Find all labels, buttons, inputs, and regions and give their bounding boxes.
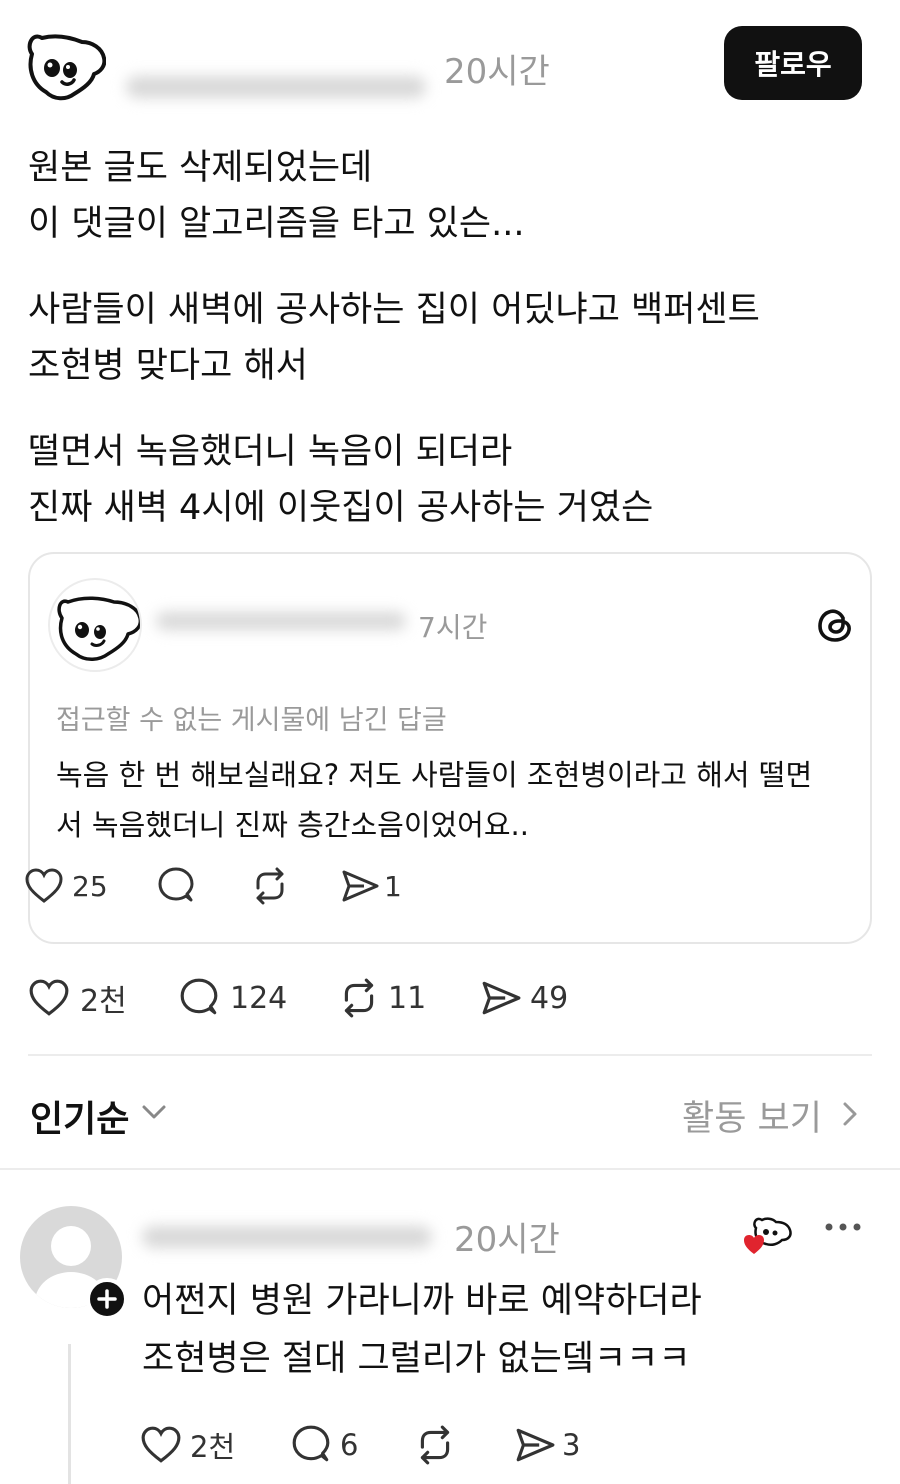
- post-header: 20시간 팔로우: [22, 24, 878, 108]
- post-line: 사람들이 새벽에 공사하는 집이 어딨냐고 백퍼센트: [28, 290, 760, 330]
- post-paragraph: 원본 글도 삭제되었는데 이 댓글이 알고리즘을 타고 있슨...: [28, 140, 868, 252]
- comment-bubble-icon: [158, 867, 194, 902]
- sort-dropdown-label[interactable]: 인기순: [30, 1090, 129, 1142]
- quote-repost-button[interactable]: [250, 866, 340, 906]
- post-timestamp: 20시간: [444, 52, 550, 92]
- divider: [0, 1168, 900, 1170]
- quote-line: 녹음 한 번 해보실래요? 저도 사람들이 조현병이라고 해서 떨면: [56, 758, 813, 792]
- post-body: 원본 글도 삭제되었는데 이 댓글이 알고리즘을 타고 있슨... 사람들이 새…: [28, 140, 868, 566]
- post-line: 떨면서 녹음했더니 녹음이 되더라: [28, 432, 513, 472]
- comment-count: 124: [230, 980, 288, 1016]
- repost-button[interactable]: 11: [338, 977, 480, 1019]
- post-line: 이 댓글이 알고리즘을 타고 있슨...: [28, 204, 525, 244]
- repost-count: 11: [388, 980, 427, 1016]
- comment-repost-button[interactable]: [414, 1424, 514, 1466]
- heart-icon: [141, 1426, 181, 1463]
- author-heart-reaction-icon: [744, 1217, 792, 1254]
- thread-line: [68, 1344, 71, 1484]
- quote-comment-button[interactable]: [156, 866, 250, 906]
- heart-icon: [25, 868, 63, 903]
- post-action-bar: 2천 124 11 49: [28, 976, 568, 1020]
- comment-timestamp: 20시간: [454, 1220, 560, 1260]
- quote-like-button[interactable]: 25: [24, 868, 156, 904]
- view-activity-link[interactable]: 활동 보기: [682, 1090, 822, 1141]
- author-username-blurred[interactable]: [126, 68, 446, 104]
- commenter-username-blurred[interactable]: [142, 1218, 442, 1254]
- threads-logo-icon[interactable]: [816, 606, 854, 644]
- quote-text: 녹음 한 번 해보실래요? 저도 사람들이 조현병이라고 해서 떨면 서 녹음했…: [56, 750, 812, 850]
- comment-like-count: 2천: [190, 1430, 236, 1464]
- follow-button[interactable]: 팔로우: [724, 26, 862, 100]
- send-icon: [516, 1428, 555, 1462]
- comment-line: 조현병은 절대 그럴리가 없는뎈ㅋㅋㅋ: [142, 1339, 691, 1379]
- post-line: 원본 글도 삭제되었는데: [28, 148, 373, 188]
- comment-share-button[interactable]: 3: [514, 1425, 580, 1465]
- comment-reply-button[interactable]: 6: [290, 1424, 414, 1466]
- comment-like-button[interactable]: 2천: [140, 1424, 290, 1466]
- chevron-right-icon[interactable]: [840, 1100, 860, 1128]
- follow-plus-badge[interactable]: [86, 1278, 128, 1320]
- plus-icon: [97, 1289, 117, 1309]
- quote-author-avatar[interactable]: [48, 578, 142, 672]
- share-count: 49: [530, 980, 569, 1016]
- send-icon: [482, 981, 521, 1015]
- post-line: 진짜 새벽 4시에 이웃집이 공사하는 거였슨: [28, 488, 654, 528]
- comment-text: 어쩐지 병원 가라니까 바로 예약하더라 조현병은 절대 그럴리가 없는뎈ㅋㅋㅋ: [142, 1272, 702, 1388]
- author-liked-badge: [742, 1214, 794, 1258]
- quote-line: 서 녹음했더니 진짜 층간소음이었어요..: [56, 808, 529, 842]
- author-avatar[interactable]: [22, 24, 107, 108]
- repost-icon: [420, 1425, 450, 1465]
- more-dots-icon[interactable]: [824, 1220, 862, 1234]
- divider: [28, 1054, 872, 1056]
- post-paragraph: 떨면서 녹음했더니 녹음이 되더라 진짜 새벽 4시에 이웃집이 공사하는 거였…: [28, 424, 868, 536]
- chevron-down-icon[interactable]: [140, 1100, 168, 1124]
- repost-icon: [256, 867, 284, 905]
- comment-bubble-icon: [292, 1425, 330, 1462]
- repost-icon: [344, 978, 374, 1018]
- comment-button[interactable]: 124: [178, 977, 338, 1019]
- comment-line: 어쩐지 병원 가라니까 바로 예약하더라: [142, 1281, 702, 1321]
- comment-reply-count: 6: [340, 1428, 359, 1462]
- comment-bubble-icon: [180, 978, 218, 1015]
- quote-reply-context: 접근할 수 없는 게시물에 남긴 답글: [56, 705, 447, 736]
- like-count: 2천: [80, 984, 127, 1019]
- quote-timestamp: 7시간: [418, 611, 488, 644]
- post-paragraph: 사람들이 새벽에 공사하는 집이 어딨냐고 백퍼센트 조현병 맞다고 해서: [28, 282, 868, 394]
- post-line: 조현병 맞다고 해서: [28, 346, 308, 386]
- quote-share-button[interactable]: 1: [340, 867, 402, 905]
- dog-avatar-icon: [57, 596, 140, 661]
- comment-action-bar: 2천 6 3: [140, 1424, 580, 1466]
- quote-author-username-blurred[interactable]: [156, 606, 416, 636]
- like-button[interactable]: 2천: [28, 976, 178, 1020]
- send-icon: [342, 870, 379, 902]
- comment-share-count: 3: [562, 1428, 581, 1462]
- share-button[interactable]: 49: [480, 978, 568, 1018]
- heart-icon: [29, 979, 69, 1016]
- dog-avatar-icon: [27, 34, 107, 101]
- quote-share-count: 1: [384, 869, 402, 903]
- quote-like-count: 25: [72, 869, 108, 903]
- quote-action-bar: 25 1: [24, 866, 402, 906]
